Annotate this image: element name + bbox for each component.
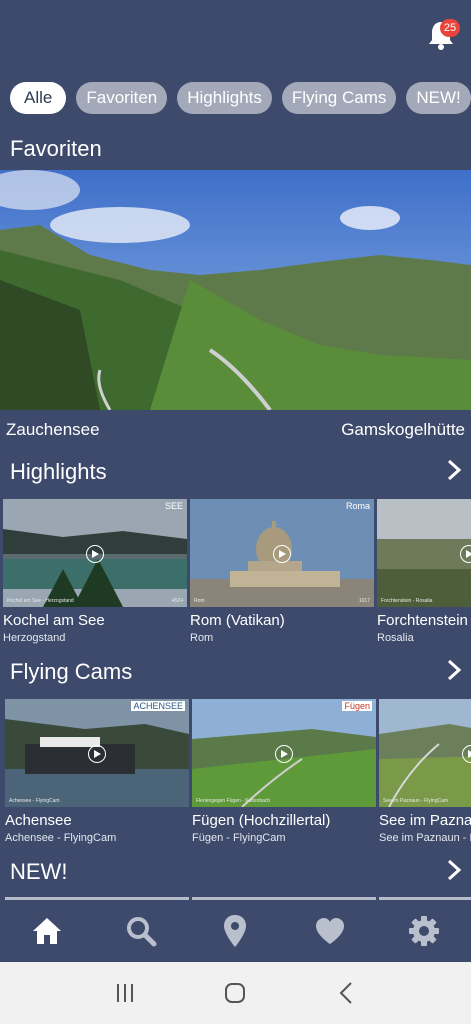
favorite-webcam-image[interactable] <box>0 170 471 410</box>
thumbnail-caption: Fleriengegen Fügen - Kaltenbach <box>196 798 271 804</box>
flying-cam-card-paznaun[interactable]: See im Paznaun - FlyingCam See im Paznau… <box>379 699 471 844</box>
card-subtitle: Achensee - FlyingCam <box>5 832 117 844</box>
top-app-bar: 25 <box>0 0 471 72</box>
nav-favorites[interactable] <box>310 911 350 951</box>
webcam-thumbnail[interactable]: Fügen Fleriengegen Fügen - Kaltenbach <box>192 699 376 807</box>
recent-apps-icon <box>117 984 134 1002</box>
bottom-navigation <box>0 900 471 962</box>
flying-cam-card-fuegen[interactable]: Fügen Fleriengegen Fügen - Kaltenbach Fü… <box>192 699 376 844</box>
nav-settings[interactable] <box>404 911 444 951</box>
thumbnail-caption: Forchtenstein - Rosalia <box>381 598 433 604</box>
heart-icon <box>315 918 344 944</box>
play-icon[interactable] <box>460 545 471 563</box>
card-title: Kochel am See <box>3 612 105 629</box>
card-title: Forchtenstein <box>377 612 468 629</box>
chevron-right-icon[interactable] <box>447 459 461 481</box>
gear-icon <box>408 916 439 946</box>
notification-badge: 25 <box>440 19 460 37</box>
search-icon <box>127 917 157 947</box>
filter-chip-highlights[interactable]: Highlights <box>177 82 272 114</box>
filter-chip-flying-cams[interactable]: Flying Cams <box>281 82 397 114</box>
system-home-button[interactable] <box>220 978 250 1008</box>
section-title-favoriten: Favoriten <box>10 136 102 161</box>
favorite-camera-label: Gamskogelhütte <box>341 420 465 439</box>
thumbnail-counter: 1017 <box>358 598 370 604</box>
filter-chip-new[interactable]: NEW! <box>406 82 471 114</box>
filter-chip-alle[interactable]: Alle <box>10 82 67 114</box>
webcam-thumbnail[interactable]: Roma Rom 1017 <box>190 499 374 607</box>
flying-cams-carousel[interactable]: ACHENSEE Achensee - FlyingCam Achensee A… <box>0 699 471 849</box>
play-icon[interactable] <box>275 745 293 763</box>
webcam-thumbnail[interactable]: Forchtenstein - Rosalia <box>377 499 471 607</box>
highlight-card-kochel[interactable]: SEE Kochel am See - Herzogstand 4524 Koc… <box>3 499 187 644</box>
play-icon[interactable] <box>88 745 106 763</box>
home-icon <box>33 918 62 944</box>
card-title: Fügen (Hochzillertal) <box>192 812 331 829</box>
nav-home[interactable] <box>27 911 67 951</box>
webcam-thumbnail[interactable]: See im Paznaun - FlyingCam <box>379 699 471 807</box>
thumbnail-caption: See im Paznaun - FlyingCam <box>383 798 449 804</box>
back-icon <box>339 982 352 1004</box>
card-subtitle: Rom <box>190 632 214 644</box>
card-subtitle: Herzogstand <box>3 632 66 644</box>
section-title-highlights: Highlights <box>10 459 107 484</box>
back-button[interactable] <box>331 978 361 1008</box>
nav-map[interactable] <box>215 911 255 951</box>
card-title: Achensee <box>5 812 72 829</box>
nav-search[interactable] <box>121 911 161 951</box>
recent-apps-button[interactable] <box>110 978 140 1008</box>
home-circle-icon <box>225 983 246 1003</box>
highlight-card-forchtenstein[interactable]: Forchtenstein - Rosalia Forchtenstein Ro… <box>377 499 471 644</box>
webcam-thumbnail[interactable]: ACHENSEE Achensee - FlyingCam <box>5 699 189 807</box>
card-subtitle: See im Paznaun - FlyingCam <box>379 832 471 844</box>
card-title: Rom (Vatikan) <box>190 612 285 629</box>
thumbnail-counter: 4524 <box>171 598 183 604</box>
webcam-thumbnail[interactable]: SEE Kochel am See - Herzogstand 4524 <box>3 499 187 607</box>
thumbnail-logo: Roma <box>345 501 370 511</box>
card-subtitle: Fügen - FlyingCam <box>192 832 286 844</box>
play-icon[interactable] <box>86 545 104 563</box>
filter-chip-favoriten[interactable]: Favoriten <box>76 82 168 114</box>
favorite-location-label: Zauchensee <box>6 420 100 439</box>
thumbnail-logo: SEE <box>164 501 183 511</box>
card-title: See im Paznaun <box>379 812 471 829</box>
thumbnail-caption: Achensee - FlyingCam <box>9 798 60 804</box>
highlights-carousel[interactable]: SEE Kochel am See - Herzogstand 4524 Koc… <box>0 499 471 649</box>
card-subtitle: Rosalia <box>377 632 414 644</box>
chevron-right-icon[interactable] <box>447 659 461 681</box>
map-pin-icon <box>224 915 247 947</box>
system-navigation-bar <box>0 962 471 1024</box>
section-title-flying-cams: Flying Cams <box>10 659 133 684</box>
filter-chips: Alle Favoriten Highlights Flying Cams NE… <box>10 82 471 114</box>
highlight-card-rom[interactable]: Roma Rom 1017 Rom (Vatikan) Rom <box>190 499 374 644</box>
thumbnail-caption: Rom <box>194 598 205 604</box>
chevron-right-icon[interactable] <box>447 859 461 881</box>
thumbnail-logo: Fügen <box>342 701 372 711</box>
thumbnail-caption: Kochel am See - Herzogstand <box>7 598 74 604</box>
play-icon[interactable] <box>273 545 291 563</box>
section-title-new: NEW! <box>10 859 68 884</box>
flying-cam-card-achensee[interactable]: ACHENSEE Achensee - FlyingCam Achensee A… <box>5 699 189 844</box>
thumbnail-logo: ACHENSEE <box>131 701 185 711</box>
